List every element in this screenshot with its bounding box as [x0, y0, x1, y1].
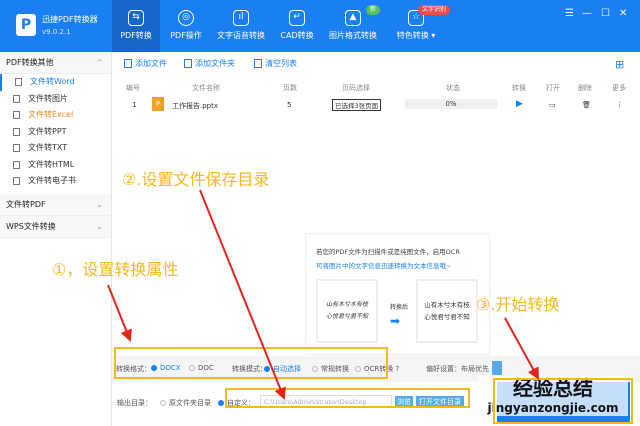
annotation-step2: ②.设置文件保存目录	[122, 170, 270, 189]
arrow-step2	[199, 189, 286, 400]
arrow-step1	[107, 284, 132, 342]
annotation-step3: ③.开始转换	[476, 295, 560, 314]
annotation-arrows	[107, 189, 539, 400]
arrow-step3	[504, 317, 539, 380]
annotation-step1: ①，设置转换属性	[52, 260, 179, 279]
